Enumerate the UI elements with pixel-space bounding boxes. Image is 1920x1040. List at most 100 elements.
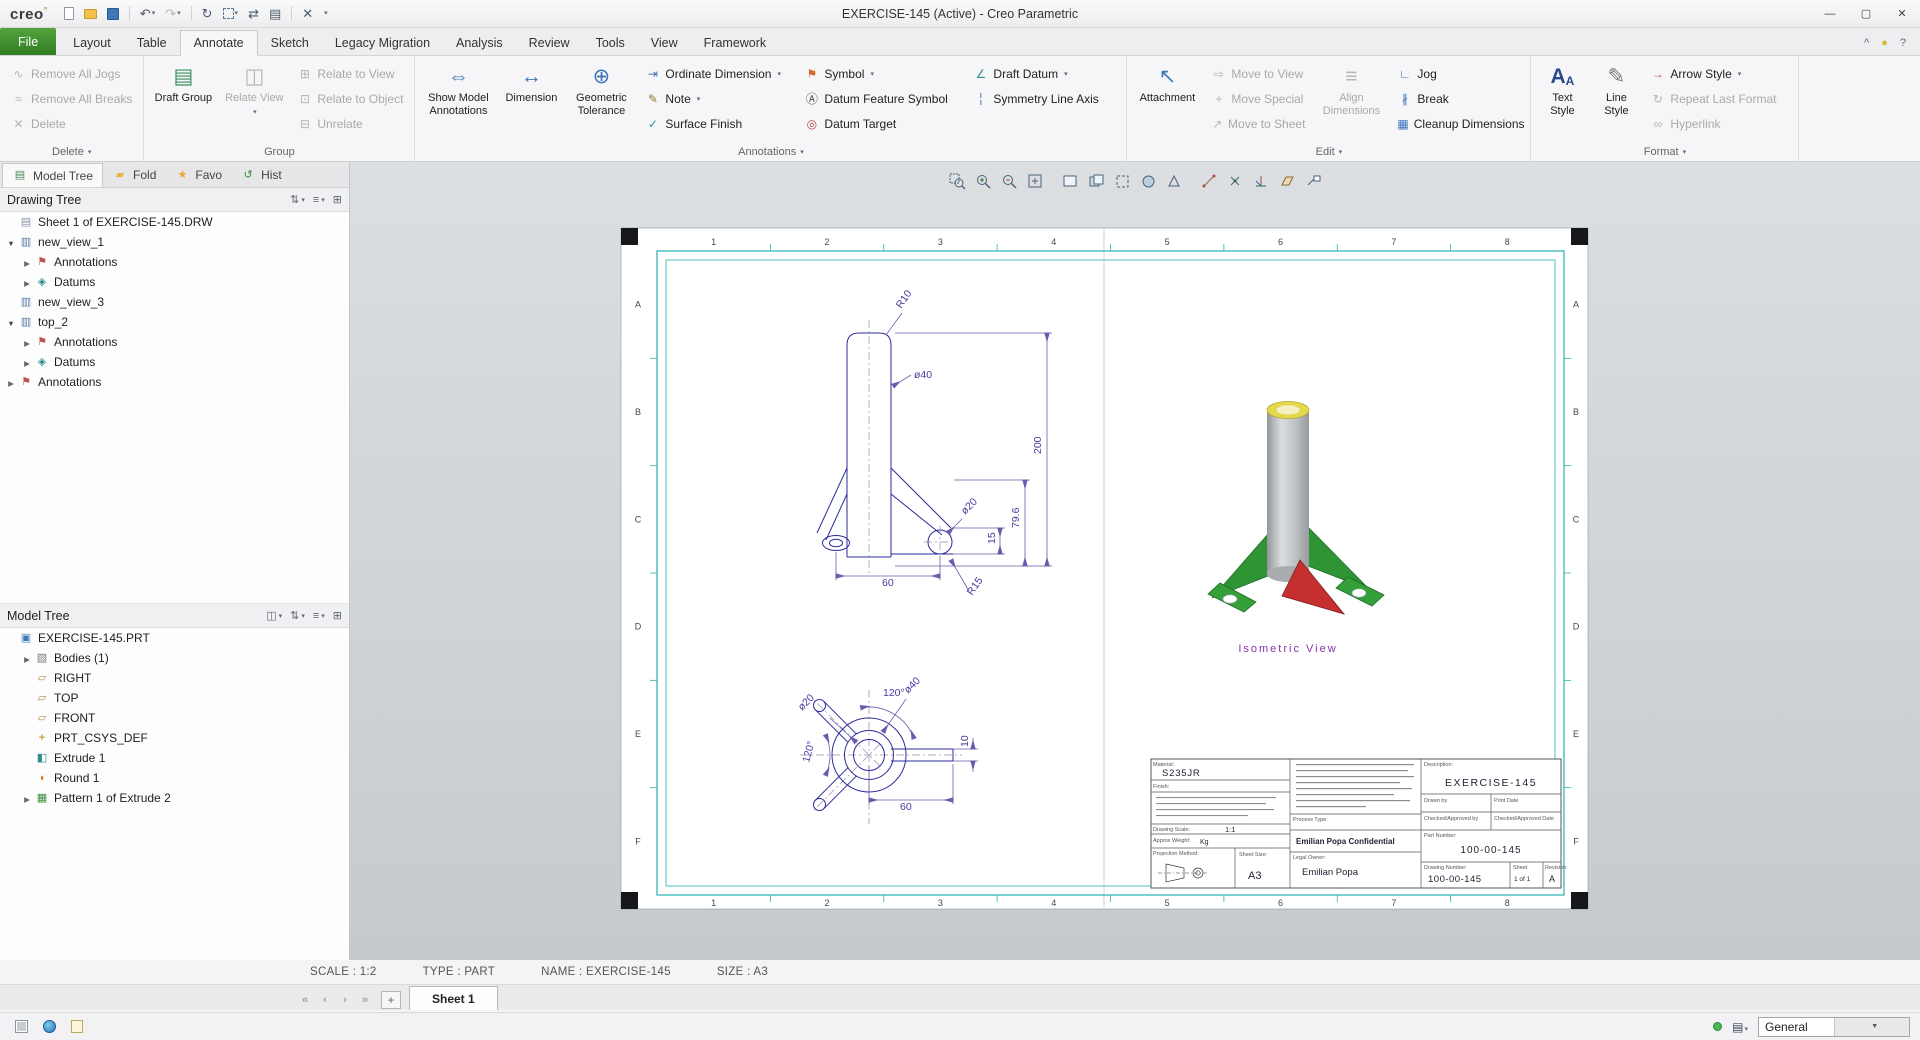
new-file-button[interactable] bbox=[60, 4, 78, 24]
navigator-tab-favo[interactable]: Favo bbox=[165, 163, 231, 187]
dimension-label[interactable]: ø40 bbox=[914, 369, 932, 381]
maximize-button[interactable]: ▢ bbox=[1848, 0, 1884, 27]
tree-item-top-2[interactable]: top_2 bbox=[0, 312, 349, 332]
datum-axes-toggle[interactable] bbox=[1197, 170, 1221, 192]
tree-item-datums[interactable]: Datums bbox=[0, 352, 349, 372]
collapse-ribbon-button[interactable]: ^ bbox=[1864, 37, 1869, 49]
zoom-region-button[interactable] bbox=[945, 170, 969, 192]
repeat-last-format-button[interactable]: ↻ Repeat Last Format bbox=[1646, 88, 1784, 109]
relate-to-view-button[interactable]: ⊞ Relate to View bbox=[293, 63, 407, 84]
ribbon-tab-analysis[interactable]: Analysis bbox=[443, 31, 516, 55]
first-sheet-button[interactable]: « bbox=[295, 990, 315, 1010]
redo-button[interactable]: ↷ ▾ bbox=[161, 4, 184, 24]
swap-windows-button[interactable]: ⇄ bbox=[244, 4, 263, 24]
model-tree-options-button[interactable]: ◫ ▾ bbox=[266, 609, 282, 622]
delete-button[interactable]: ✕ Delete bbox=[7, 113, 136, 134]
minimize-button[interactable]: — bbox=[1812, 0, 1848, 27]
tree-item-exercise-145-prt[interactable]: EXERCISE-145.PRT bbox=[0, 628, 349, 648]
break-button[interactable]: ∦ Break bbox=[1393, 88, 1523, 109]
jog-button[interactable]: ∟ Jog bbox=[1393, 63, 1523, 84]
tree-item-annotations[interactable]: Annotations bbox=[0, 332, 349, 352]
ribbon-tab-view[interactable]: View bbox=[638, 31, 691, 55]
dimension-button[interactable]: ↔ Dimension bbox=[501, 60, 561, 108]
description-value[interactable]: EXERCISE-145 bbox=[1445, 777, 1537, 789]
combobox-arrow-icon[interactable]: ▼ bbox=[1833, 1017, 1909, 1036]
tree-item-annotations[interactable]: Annotations bbox=[0, 372, 349, 392]
perspective-button[interactable] bbox=[1162, 170, 1186, 192]
ribbon-tab-layout[interactable]: Layout bbox=[60, 31, 124, 55]
last-sheet-button[interactable]: » bbox=[355, 990, 375, 1010]
remove-all-breaks-button[interactable]: ≈ Remove All Breaks bbox=[7, 88, 136, 109]
customize-qat-button[interactable]: ▾ bbox=[319, 4, 332, 24]
ordinate-dimension-button[interactable]: ⇥ Ordinate Dimension ▾ bbox=[641, 63, 793, 84]
attachment-button[interactable]: ↖ Attachment bbox=[1134, 60, 1200, 108]
expander-icon[interactable] bbox=[20, 335, 34, 349]
relate-view-button[interactable]: ◫ Relate View ▾ bbox=[222, 60, 286, 120]
zoom-out-button[interactable] bbox=[997, 170, 1021, 192]
panel-settings-button[interactable]: ⊞ bbox=[333, 193, 342, 206]
tree-item-pattern-1-of-extrude-2[interactable]: Pattern 1 of Extrude 2 bbox=[0, 788, 349, 808]
show-model-annotations-button[interactable]: ⇔ Show Model Annotations bbox=[422, 60, 494, 120]
symmetry-line-axis-button[interactable]: ╎ Symmetry Line Axis bbox=[969, 88, 1119, 109]
prev-sheet-button[interactable]: ‹ bbox=[315, 990, 335, 1010]
align-dimensions-button[interactable]: ≡ Align Dimensions bbox=[1316, 60, 1386, 120]
datum-csys-toggle[interactable] bbox=[1249, 170, 1273, 192]
tree-item-sheet-1-of-exercise-145-drw[interactable]: Sheet 1 of EXERCISE-145.DRW bbox=[0, 212, 349, 232]
expander-icon[interactable] bbox=[20, 651, 34, 665]
relate-to-object-button[interactable]: ⊡ Relate to Object bbox=[293, 88, 407, 109]
ribbon-tab-table[interactable]: Table bbox=[124, 31, 180, 55]
selection-filter-icon[interactable] bbox=[10, 1018, 32, 1036]
tree-item-datums[interactable]: Datums bbox=[0, 272, 349, 292]
title-block[interactable]: Material: S235JR Finish: Drawing Scale: … bbox=[1150, 758, 1568, 889]
line-style-button[interactable]: ✎ Line Style bbox=[1593, 60, 1639, 120]
ribbon-tab-sketch[interactable]: Sketch bbox=[258, 31, 322, 55]
group-label-format[interactable]: Format ▾ bbox=[1531, 143, 1798, 161]
move-special-button[interactable]: + Move Special bbox=[1207, 88, 1309, 109]
note-button[interactable]: ✎ Note ▾ bbox=[641, 88, 793, 109]
ribbon-tab-legacy-migration[interactable]: Legacy Migration bbox=[322, 31, 443, 55]
navigator-tab-fold[interactable]: Fold bbox=[103, 163, 165, 187]
model-tree-columns-button[interactable]: ≡ ▾ bbox=[313, 610, 325, 622]
datum-points-toggle[interactable] bbox=[1223, 170, 1247, 192]
new-sheet-button[interactable]: + bbox=[381, 991, 401, 1009]
tree-item-front[interactable]: FRONT bbox=[0, 708, 349, 728]
shading-button[interactable] bbox=[1136, 170, 1160, 192]
tree-item-new-view-3[interactable]: new_view_3 bbox=[0, 292, 349, 312]
selection-filter-combobox[interactable]: General ▼ bbox=[1758, 1016, 1910, 1037]
tree-item-round-1[interactable]: Round 1 bbox=[0, 768, 349, 788]
zoom-in-button[interactable] bbox=[971, 170, 995, 192]
hyperlink-button[interactable]: ∞ Hyperlink bbox=[1646, 113, 1784, 134]
annotation-display-toggle[interactable] bbox=[1301, 170, 1325, 192]
close-button[interactable]: ✕ bbox=[1884, 0, 1920, 27]
dimension-label[interactable]: 60 bbox=[882, 577, 894, 589]
arrow-style-button[interactable]: → Arrow Style ▾ bbox=[1646, 63, 1784, 84]
text-style-button[interactable]: A A Text Style bbox=[1538, 60, 1586, 120]
drawing-canvas[interactable]: 1122334455667788A AB BC CD DE EF F R10ø4… bbox=[350, 162, 1920, 960]
dimension-label[interactable]: 10 bbox=[959, 735, 971, 747]
geometric-tolerance-button[interactable]: ⊕ Geometric Tolerance bbox=[568, 60, 634, 120]
model-tree-toggle-button[interactable]: ▤▾ bbox=[1732, 1020, 1748, 1034]
tree-filter-button[interactable]: ⇅ ▾ bbox=[290, 193, 305, 206]
tree-item-top[interactable]: TOP bbox=[0, 688, 349, 708]
model-panel-settings-button[interactable]: ⊞ bbox=[333, 609, 342, 622]
navigator-tab-model-tree[interactable]: Model Tree bbox=[2, 163, 104, 187]
expander-icon[interactable] bbox=[20, 275, 34, 289]
surface-finish-button[interactable]: ✓ Surface Finish bbox=[641, 113, 793, 134]
web-status-icon[interactable] bbox=[38, 1018, 60, 1036]
tree-item-prt-csys-def[interactable]: PRT_CSYS_DEF bbox=[0, 728, 349, 748]
draft-group-button[interactable]: ▤ Draft Group bbox=[151, 60, 215, 108]
dimension-label[interactable]: 60 bbox=[900, 801, 912, 813]
display-style-button[interactable] bbox=[1084, 170, 1108, 192]
next-sheet-button[interactable]: › bbox=[335, 990, 355, 1010]
expander-icon[interactable] bbox=[20, 355, 34, 369]
material-value[interactable]: S235JR bbox=[1162, 768, 1201, 779]
tree-item-bodies-1[interactable]: Bodies (1) bbox=[0, 648, 349, 668]
navigator-tab-hist[interactable]: Hist bbox=[231, 163, 291, 187]
ribbon-tab-review[interactable]: Review bbox=[516, 31, 583, 55]
tree-item-right[interactable]: RIGHT bbox=[0, 668, 349, 688]
move-to-sheet-button[interactable]: ↗ Move to Sheet bbox=[1207, 113, 1309, 134]
datum-feature-symbol-button[interactable]: Ⓐ Datum Feature Symbol bbox=[800, 88, 962, 109]
cleanup-dimensions-button[interactable]: ▦ Cleanup Dimensions bbox=[1393, 113, 1524, 134]
isometric-view-label[interactable]: Isometric View bbox=[1238, 643, 1337, 655]
notifications-icon[interactable] bbox=[66, 1018, 88, 1036]
